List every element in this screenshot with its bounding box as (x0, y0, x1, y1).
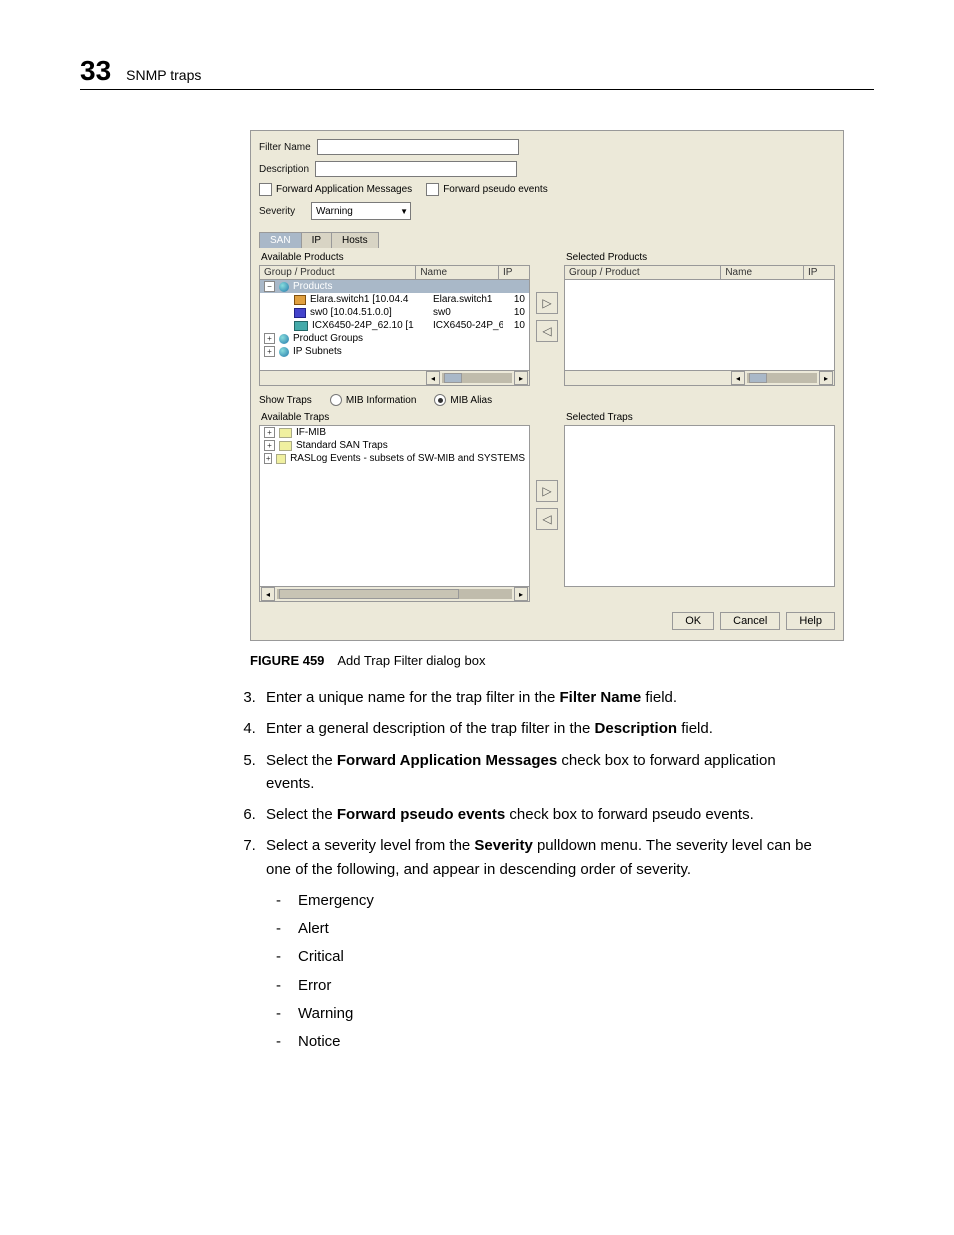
scroll-left-icon[interactable]: ◂ (261, 587, 275, 601)
chapter-title: SNMP traps (126, 67, 201, 83)
expand-icon[interactable]: + (264, 453, 272, 464)
tree-node-traps[interactable]: + Standard SAN Traps (260, 439, 529, 452)
available-traps-title: Available Traps (261, 412, 530, 423)
switch-icon (294, 308, 306, 318)
description-label: Description (259, 164, 309, 175)
list-item: Emergency (280, 889, 814, 912)
page-header: 33 SNMP traps (80, 55, 874, 90)
list-item: Notice (280, 1030, 814, 1053)
add-trap-filter-dialog: Filter Name Description Forward Applicat… (250, 130, 844, 641)
severity-select[interactable]: Warning ▼ (311, 202, 411, 220)
scroll-left-icon[interactable]: ◂ (426, 371, 440, 385)
tree-node-item[interactable]: Elara.switch1 [10.04.4 Elara.switch1 10 (260, 293, 529, 306)
figure-label: FIGURE 459 (250, 653, 324, 668)
filter-name-input[interactable] (317, 139, 519, 155)
show-traps-label: Show Traps (259, 395, 312, 406)
folder-icon (276, 454, 286, 464)
description-input[interactable] (315, 161, 517, 177)
move-left-button[interactable]: ◁ (536, 508, 558, 530)
switch-icon (294, 295, 306, 305)
tree-node-ip-subnets[interactable]: + IP Subnets (260, 345, 529, 358)
expand-icon[interactable]: + (264, 346, 275, 357)
tab-hosts[interactable]: Hosts (332, 233, 378, 248)
available-products-title: Available Products (261, 252, 530, 263)
col-group-product[interactable]: Group / Product (565, 266, 721, 279)
available-products-header: Group / Product Name IP (259, 265, 530, 280)
severity-label: Severity (259, 206, 305, 217)
help-button[interactable]: Help (786, 612, 835, 630)
folder-icon (279, 428, 292, 438)
scroll-right-icon[interactable]: ▸ (819, 371, 833, 385)
globe-icon (279, 347, 289, 357)
col-group-product[interactable]: Group / Product (260, 266, 416, 279)
tree-node-products[interactable]: − Products (260, 280, 529, 293)
step-3: Enter a unique name for the trap filter … (260, 686, 814, 709)
tab-san[interactable]: SAN (260, 233, 302, 248)
selected-traps-title: Selected Traps (566, 412, 835, 423)
ok-button[interactable]: OK (672, 612, 714, 630)
filter-name-label: Filter Name (259, 142, 311, 153)
selected-products-title: Selected Products (566, 252, 835, 263)
col-ip[interactable]: IP (499, 266, 529, 279)
cancel-button[interactable]: Cancel (720, 612, 780, 630)
forward-app-messages-checkbox[interactable] (259, 183, 272, 196)
list-item: Alert (280, 917, 814, 940)
mib-alias-radio[interactable] (434, 394, 446, 406)
scrollbar-horizontal[interactable]: ◂ ▸ (564, 371, 835, 386)
tree-node-product-groups[interactable]: + Product Groups (260, 332, 529, 345)
tree-node-item[interactable]: sw0 [10.04.51.0.0] sw0 10 (260, 306, 529, 319)
expand-icon[interactable]: + (264, 440, 275, 451)
scroll-left-icon[interactable]: ◂ (731, 371, 745, 385)
step-4: Enter a general description of the trap … (260, 717, 814, 740)
product-tabs: SAN IP Hosts (259, 232, 379, 248)
scroll-right-icon[interactable]: ▸ (514, 587, 528, 601)
globe-icon (279, 282, 289, 292)
scroll-right-icon[interactable]: ▸ (514, 371, 528, 385)
chapter-number: 33 (80, 55, 111, 87)
list-item: Warning (280, 1002, 814, 1025)
mib-information-label: MIB Information (346, 395, 417, 406)
figure-caption-text: Add Trap Filter dialog box (337, 653, 485, 668)
tree-node-traps[interactable]: + RASLog Events - subsets of SW-MIB and … (260, 452, 529, 465)
scrollbar-horizontal[interactable]: ◂ ▸ (259, 371, 530, 386)
available-traps-list[interactable]: + IF-MIB + Standard SAN Traps + R (259, 425, 530, 587)
tab-ip[interactable]: IP (302, 233, 332, 248)
selected-traps-list[interactable] (564, 425, 835, 587)
severity-value: Warning (316, 206, 353, 217)
chevron-down-icon: ▼ (400, 207, 408, 216)
tree-node-traps[interactable]: + IF-MIB (260, 426, 529, 439)
step-7: Select a severity level from the Severit… (260, 834, 814, 1053)
severity-sublist: Emergency Alert Critical Error Warning N… (280, 889, 814, 1054)
mib-information-radio[interactable] (330, 394, 342, 406)
expand-icon[interactable]: + (264, 333, 275, 344)
available-products-list[interactable]: − Products Elara.switch1 [10.04.4 Elara.… (259, 280, 530, 371)
step-5: Select the Forward Application Messages … (260, 749, 814, 796)
mib-alias-label: MIB Alias (450, 395, 492, 406)
expand-icon[interactable]: + (264, 427, 275, 438)
instruction-steps: Enter a unique name for the trap filter … (260, 686, 814, 1053)
move-right-button[interactable]: ▷ (536, 480, 558, 502)
tree-node-item[interactable]: ICX6450-24P_62.10 [1 ICX6450-24P_62.10 1… (260, 319, 529, 332)
step-6: Select the Forward pseudo events check b… (260, 803, 814, 826)
col-name[interactable]: Name (721, 266, 804, 279)
figure-caption: FIGURE 459 Add Trap Filter dialog box (250, 653, 874, 668)
selected-products-header: Group / Product Name IP (564, 265, 835, 280)
forward-pseudo-events-checkbox[interactable] (426, 183, 439, 196)
selected-products-list[interactable] (564, 280, 835, 371)
move-right-button[interactable]: ▷ (536, 292, 558, 314)
switch-icon (294, 321, 308, 331)
forward-pseudo-events-label: Forward pseudo events (443, 184, 548, 195)
move-left-button[interactable]: ◁ (536, 320, 558, 342)
collapse-icon[interactable]: − (264, 281, 275, 292)
col-ip[interactable]: IP (804, 266, 834, 279)
globe-icon (279, 334, 289, 344)
list-item: Error (280, 974, 814, 997)
forward-app-messages-label: Forward Application Messages (276, 184, 412, 195)
col-name[interactable]: Name (416, 266, 499, 279)
list-item: Critical (280, 945, 814, 968)
scrollbar-horizontal[interactable]: ◂ ▸ (259, 587, 530, 602)
folder-icon (279, 441, 292, 451)
